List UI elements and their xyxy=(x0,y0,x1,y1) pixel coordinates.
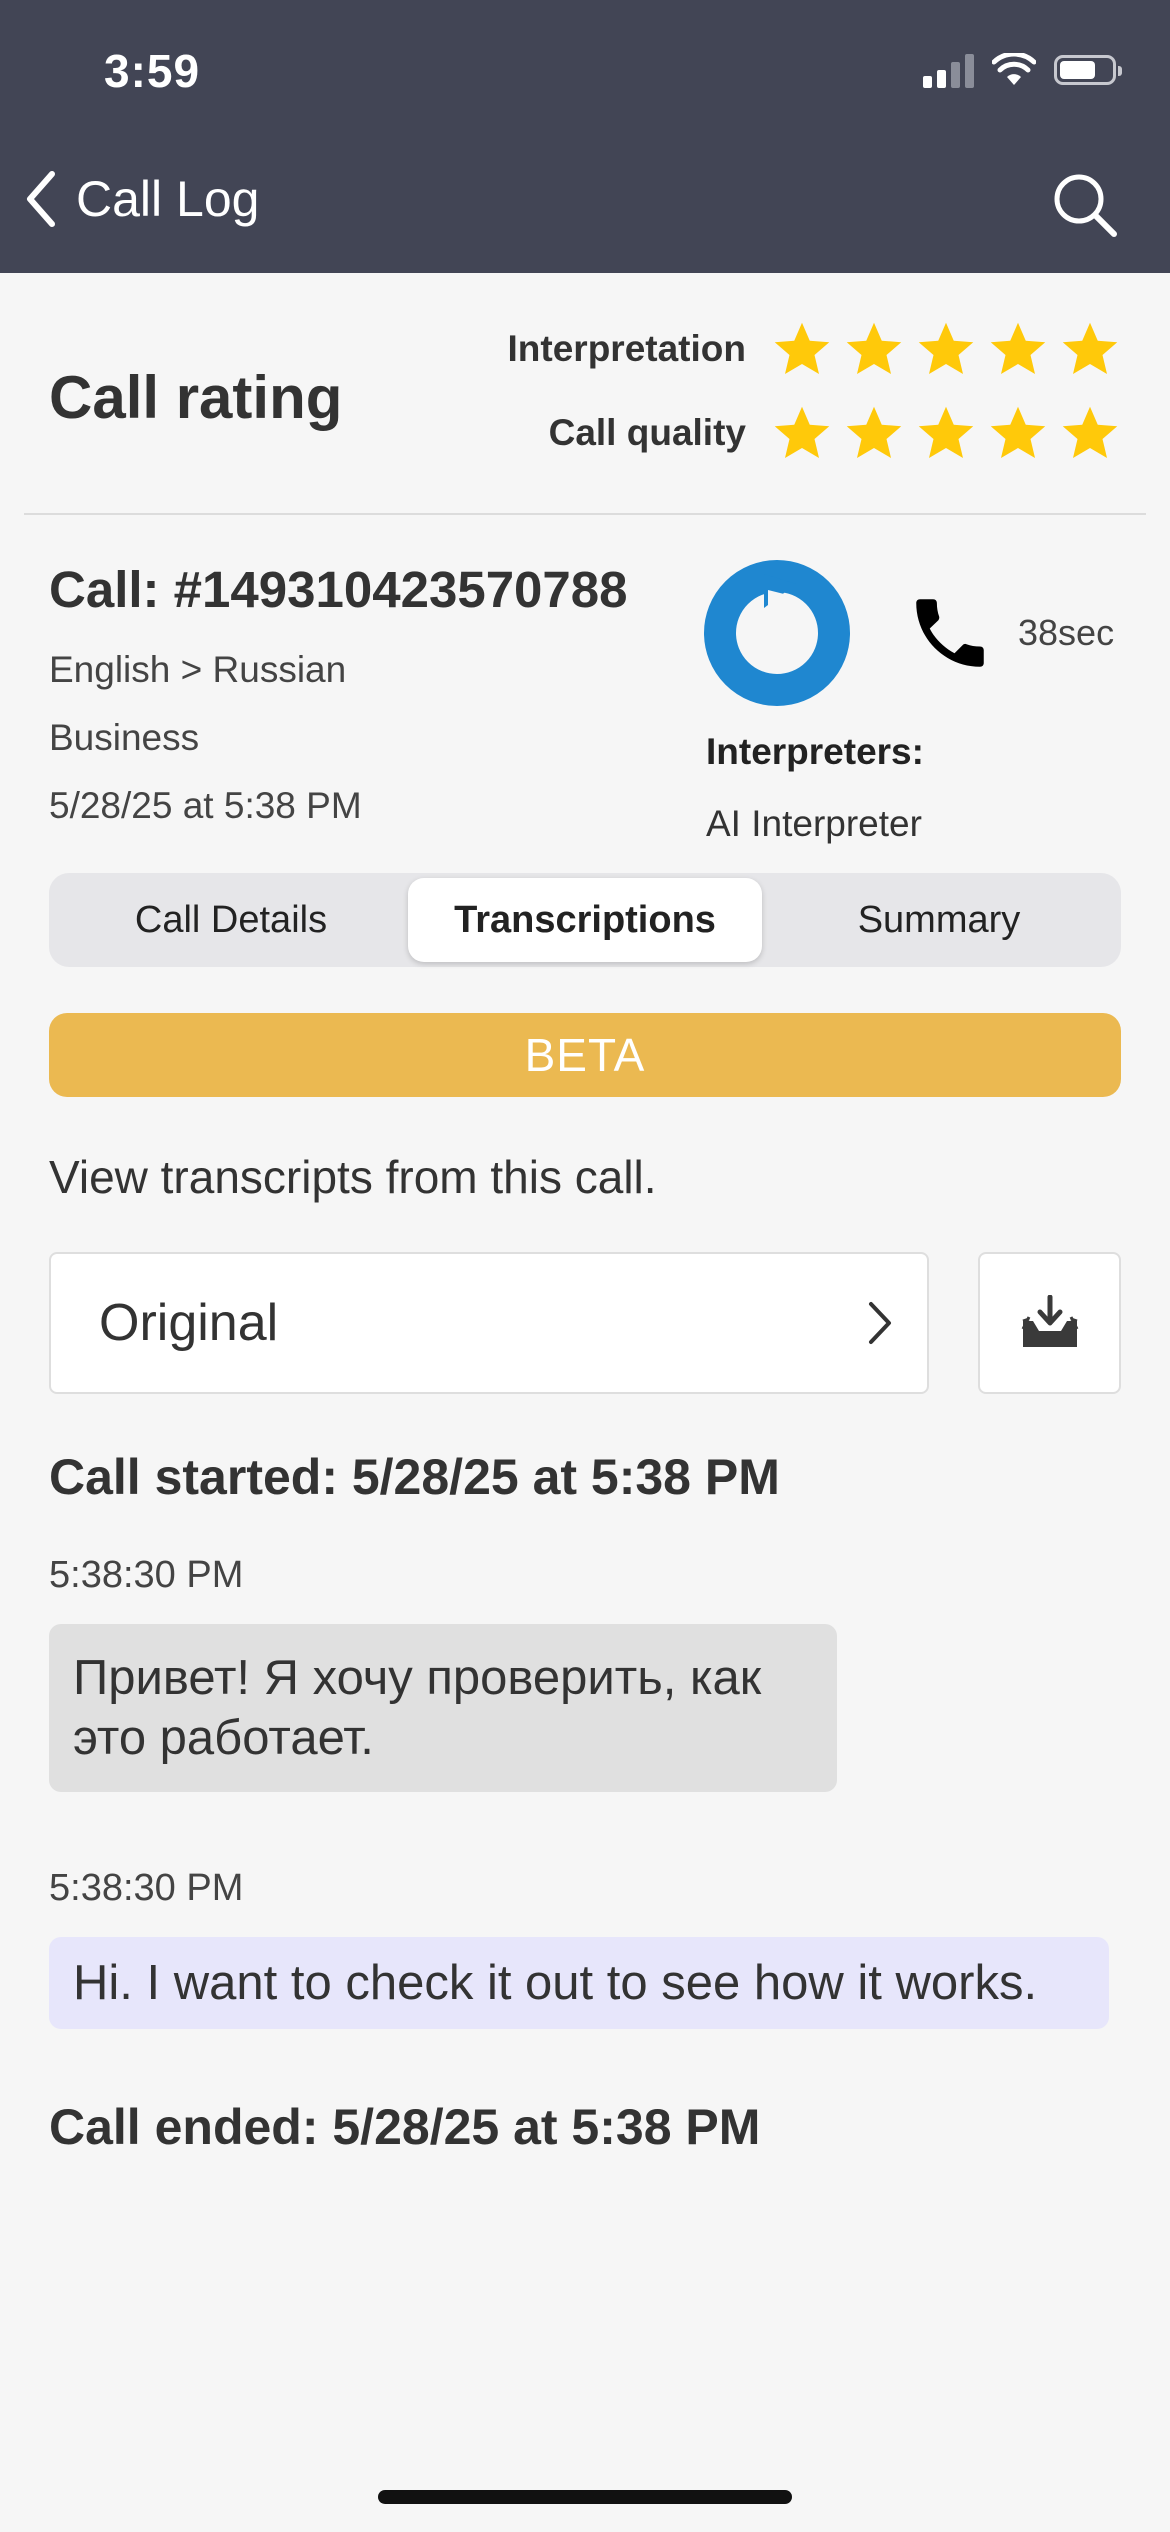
chevron-right-icon xyxy=(869,1302,891,1344)
battery-icon xyxy=(1054,55,1122,85)
search-button[interactable] xyxy=(1052,172,1118,243)
detail-tabs: Call Details Transcriptions Summary xyxy=(49,873,1121,967)
call-category: Business xyxy=(49,717,200,758)
star-icon[interactable] xyxy=(844,319,904,379)
cellular-signal-icon xyxy=(923,52,974,88)
call-quality-rating: Call quality xyxy=(549,403,1120,463)
star-icon[interactable] xyxy=(1060,319,1120,379)
star-icon[interactable] xyxy=(1060,403,1120,463)
status-time: 3:59 xyxy=(104,45,201,97)
call-ended-label: Call ended: 5/28/25 at 5:38 PM xyxy=(49,2099,761,2155)
call-id: Call: #149310423570788 xyxy=(49,561,628,618)
phone-icon xyxy=(916,599,984,667)
message-bubble-original: Привет! Я хочу проверить, как это работа… xyxy=(49,1624,837,1792)
call-quality-rating-label: Call quality xyxy=(548,412,746,453)
star-icon[interactable] xyxy=(916,319,976,379)
call-duration: 38sec xyxy=(1018,612,1115,653)
interpretation-stars xyxy=(772,319,1120,379)
call-rating-section: Call rating Interpretation Call quality xyxy=(0,273,1170,513)
star-icon[interactable] xyxy=(988,403,1048,463)
beta-banner: BETA xyxy=(49,1013,1121,1097)
transcript-version-select[interactable]: Original xyxy=(49,1252,929,1394)
chevron-left-icon xyxy=(27,171,55,227)
back-label: Call Log xyxy=(76,171,260,227)
tab-summary[interactable]: Summary xyxy=(762,878,1116,962)
interpreter-logo-icon xyxy=(704,560,850,706)
call-datetime: 5/28/25 at 5:38 PM xyxy=(49,785,362,826)
call-info: Call: #149310423570788 English > Russian… xyxy=(49,560,628,827)
call-quality-stars xyxy=(772,403,1120,463)
message-bubble-translation: Hi. I want to check it out to see how it… xyxy=(49,1937,1109,2029)
transcripts-intro: View transcripts from this call. xyxy=(49,1151,657,1203)
app-header: 3:59 Call Log xyxy=(0,0,1170,273)
battery-level xyxy=(1060,61,1095,79)
star-icon[interactable] xyxy=(844,403,904,463)
interpreter-name: AI Interpreter xyxy=(706,803,922,844)
search-icon xyxy=(1054,174,1117,237)
home-indicator[interactable] xyxy=(378,2490,792,2504)
interpretation-rating: Interpretation xyxy=(508,319,1120,379)
call-started-label: Call started: 5/28/25 at 5:38 PM xyxy=(49,1449,780,1505)
download-tray-icon xyxy=(1021,1295,1078,1347)
star-icon[interactable] xyxy=(772,319,832,379)
interpretation-rating-label: Interpretation xyxy=(507,328,746,369)
call-rating-title: Call rating xyxy=(49,364,343,431)
interpreters-heading: Interpreters: xyxy=(706,731,924,772)
message-timestamp: 5:38:30 PM xyxy=(49,1554,244,1596)
tab-call-details[interactable]: Call Details xyxy=(54,878,408,962)
wifi-icon xyxy=(992,53,1036,85)
transcript-version-value: Original xyxy=(99,1294,279,1352)
star-icon[interactable] xyxy=(988,319,1048,379)
star-icon[interactable] xyxy=(772,403,832,463)
message-timestamp: 5:38:30 PM xyxy=(49,1867,244,1909)
back-button[interactable]: Call Log xyxy=(24,170,259,228)
download-button[interactable] xyxy=(978,1252,1121,1394)
call-languages: English > Russian xyxy=(49,649,347,690)
tab-transcriptions[interactable]: Transcriptions xyxy=(408,878,762,962)
section-divider xyxy=(24,513,1146,515)
star-icon[interactable] xyxy=(916,403,976,463)
status-icons xyxy=(923,52,1122,88)
